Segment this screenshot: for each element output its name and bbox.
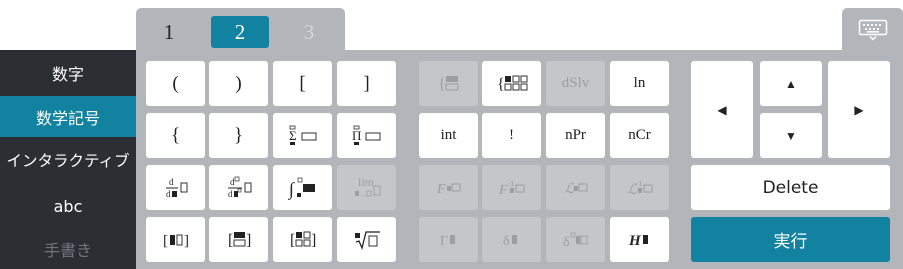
key-int[interactable]: int <box>419 113 478 158</box>
key-paren-open[interactable]: ( <box>146 61 205 106</box>
svg-text:H: H <box>628 233 642 249</box>
svg-text:]: ] <box>311 232 316 249</box>
svg-text:F: F <box>436 182 446 197</box>
svg-text:-1: -1 <box>508 181 514 188</box>
key-delta-n: δ <box>546 217 605 262</box>
svg-text:Σ: Σ <box>289 128 297 143</box>
svg-text:[: [ <box>163 233 168 249</box>
cursor-left-button[interactable]: ◀ <box>691 61 753 158</box>
key-fourier: F <box>419 165 478 210</box>
svg-text:d: d <box>169 177 174 187</box>
key-matrix[interactable]: [ ] <box>273 217 332 262</box>
cursor-down-button[interactable]: ▼ <box>760 113 822 158</box>
svg-text:Γ: Γ <box>440 234 448 249</box>
delete-button[interactable]: Delete <box>691 165 890 210</box>
key-ncr[interactable]: nCr <box>610 113 669 158</box>
sidebar-item-numbers[interactable]: 数字 <box>0 52 136 93</box>
definite-integral-icon: ∫ <box>286 176 320 200</box>
key-ln[interactable]: ln <box>610 61 669 106</box>
svg-text:d: d <box>230 177 235 187</box>
svg-text:∫: ∫ <box>288 179 295 200</box>
svg-text:lim: lim <box>358 175 375 189</box>
svg-text:Π: Π <box>352 128 361 143</box>
tab-bar: 1 2 3 <box>136 8 345 52</box>
inverse-laplace-icon: ℒ -1 <box>624 177 656 199</box>
vector-icon: [ ] <box>159 230 193 250</box>
inverse-fourier-icon: F -1 <box>496 177 528 199</box>
key-nth-root[interactable] <box>337 217 396 262</box>
key-dslv: dSlv <box>546 61 605 106</box>
svg-text:[: [ <box>228 232 233 249</box>
heaviside-icon: H <box>626 230 654 250</box>
key-factorial[interactable]: ! <box>482 113 541 158</box>
tab-2[interactable]: 2 <box>211 16 269 48</box>
limit-icon: lim → <box>350 175 384 201</box>
sidebar-item-abc[interactable]: abc <box>0 186 136 227</box>
key-paren-close[interactable]: ) <box>209 61 268 106</box>
sidebar-item-interactive[interactable]: インタラクティブ <box>0 139 136 180</box>
key-bracket-open[interactable]: [ <box>273 61 332 106</box>
svg-text:[: [ <box>290 232 295 249</box>
svg-text:→: → <box>360 192 367 199</box>
key-inverse-laplace: ℒ -1 <box>610 165 669 210</box>
svg-text:ℒ: ℒ <box>564 182 575 197</box>
svg-text:{: { <box>438 76 446 93</box>
sidebar-item-math-symbols[interactable]: 数学記号 <box>0 96 136 137</box>
svg-text:δ: δ <box>563 235 570 250</box>
svg-text:{: { <box>497 76 505 93</box>
key-limit: lim → <box>337 165 396 210</box>
second-derivative-icon: d d <box>222 176 256 200</box>
brace-matrix-icon: { <box>495 73 529 95</box>
gamma-function-icon: Γ <box>436 230 462 250</box>
key-brace-open[interactable]: { <box>146 113 205 158</box>
key-heaviside[interactable]: H <box>610 217 669 262</box>
svg-text:δ: δ <box>503 234 510 249</box>
key-inverse-fourier: F -1 <box>482 165 541 210</box>
svg-text:F: F <box>498 183 508 198</box>
svg-text:]: ] <box>184 233 189 249</box>
dirac-delta-icon: δ <box>499 230 525 250</box>
key-product[interactable]: Π <box>337 113 396 158</box>
category-sidebar: 数字 数学記号 インタラクティブ abc 手書き <box>0 50 136 269</box>
key-npr[interactable]: nPr <box>546 113 605 158</box>
keyboard-toggle-button[interactable] <box>842 8 903 52</box>
key-piecewise: { <box>419 61 478 106</box>
svg-text:-1: -1 <box>636 181 642 188</box>
piecewise-brace-icon: { <box>434 73 464 95</box>
cursor-right-button[interactable]: ▶ <box>828 61 890 158</box>
matrix-icon: [ ] <box>286 229 320 251</box>
key-derivative[interactable]: d d <box>146 165 205 210</box>
keyboard-icon <box>858 19 888 41</box>
key-sum[interactable]: Σ <box>273 113 332 158</box>
svg-text:d: d <box>166 189 171 199</box>
laplace-transform-icon: ℒ <box>561 178 591 198</box>
key-second-derivative[interactable]: d d <box>209 165 268 210</box>
key-delta: δ <box>482 217 541 262</box>
tab-3: 3 <box>303 19 315 44</box>
key-integral[interactable]: ∫ <box>273 165 332 210</box>
pi-product-icon: Π <box>350 125 384 147</box>
nth-root-icon <box>350 229 384 251</box>
key-brace-matrix[interactable]: { <box>482 61 541 106</box>
key-laplace: ℒ <box>546 165 605 210</box>
key-gamma: Γ <box>419 217 478 262</box>
key-brace-close[interactable]: } <box>209 113 268 158</box>
key-vector[interactable]: [ ] <box>146 217 205 262</box>
column-vector-icon: [ ] <box>222 229 256 251</box>
svg-text:]: ] <box>246 232 251 249</box>
fourier-transform-icon: F <box>434 178 464 198</box>
sidebar-item-handwriting: 手書き <box>43 240 92 260</box>
key-bracket-close[interactable]: ] <box>337 61 396 106</box>
cursor-up-button[interactable]: ▲ <box>760 61 822 106</box>
svg-text:d: d <box>228 189 233 199</box>
tab-1[interactable]: 1 <box>140 16 198 48</box>
execute-button[interactable]: 実行 <box>691 217 890 262</box>
key-column-vector[interactable]: [ ] <box>209 217 268 262</box>
delta-derivative-icon: δ <box>560 230 592 250</box>
derivative-icon: d d <box>159 176 193 200</box>
sigma-icon: Σ <box>286 125 320 147</box>
